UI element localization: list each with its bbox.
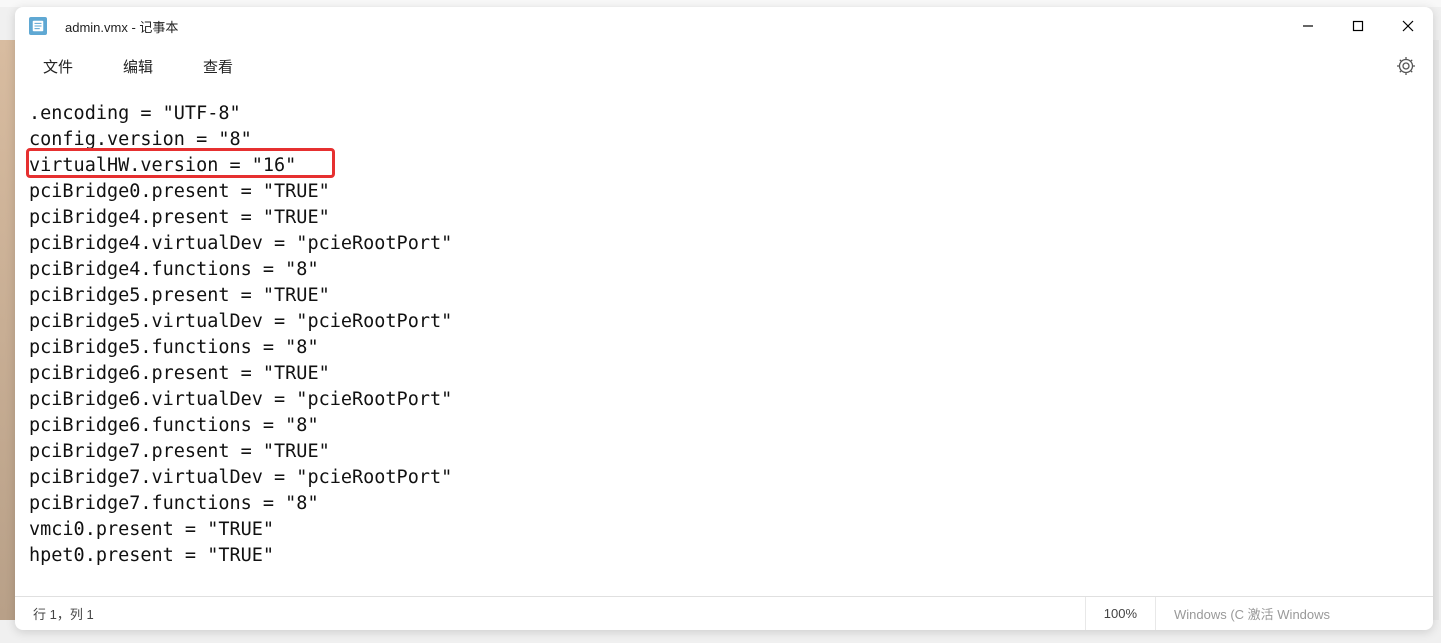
text-line: config.version = "8": [29, 127, 1419, 153]
text-line: pciBridge4.virtualDev = "pcieRootPort": [29, 231, 1419, 257]
menubar: 文件 编辑 查看: [15, 45, 1433, 87]
text-line: pciBridge5.functions = "8": [29, 335, 1419, 361]
text-line: virtualHW.version = "16": [29, 153, 1419, 179]
minimize-button[interactable]: [1283, 7, 1333, 45]
text-line: pciBridge4.present = "TRUE": [29, 205, 1419, 231]
notepad-app-icon: [29, 17, 47, 35]
status-position-text: 行 1，列 1: [33, 604, 94, 623]
menu-edit[interactable]: 编辑: [113, 50, 163, 83]
text-line: .encoding = "UTF-8": [29, 101, 1419, 127]
text-line: pciBridge7.present = "TRUE": [29, 439, 1419, 465]
background-right-strip: [1433, 40, 1439, 620]
text-line: pciBridge4.functions = "8": [29, 257, 1419, 283]
text-line: pciBridge5.present = "TRUE": [29, 283, 1419, 309]
window-controls: [1283, 7, 1433, 45]
status-zoom: 100%: [1085, 597, 1155, 630]
status-zoom-text: 100%: [1104, 606, 1137, 621]
close-button[interactable]: [1383, 7, 1433, 45]
settings-gear-icon[interactable]: [1395, 55, 1417, 77]
menu-view[interactable]: 查看: [193, 50, 243, 83]
background-top-strip: [0, 0, 1441, 7]
text-line: vmci0.present = "TRUE": [29, 517, 1419, 543]
window-title: admin.vmx - 记事本: [65, 17, 1283, 36]
text-line: pciBridge0.present = "TRUE": [29, 179, 1419, 205]
statusbar: 行 1，列 1 100% Windows (C 激活 Windows: [15, 596, 1433, 630]
text-line: pciBridge7.functions = "8": [29, 491, 1419, 517]
text-line: pciBridge6.functions = "8": [29, 413, 1419, 439]
text-line: pciBridge5.virtualDev = "pcieRootPort": [29, 309, 1419, 335]
text-editor-area[interactable]: .encoding = "UTF-8" config.version = "8"…: [15, 87, 1433, 596]
text-line: pciBridge6.virtualDev = "pcieRootPort": [29, 387, 1419, 413]
text-line: pciBridge6.present = "TRUE": [29, 361, 1419, 387]
background-left-strip: [0, 40, 15, 620]
notepad-window: admin.vmx - 记事本 文件 编辑 查看 .encoding = "UT…: [15, 7, 1433, 630]
status-encoding: Windows (C 激活 Windows: [1155, 597, 1415, 630]
status-encoding-text: Windows (C 激活 Windows: [1174, 604, 1330, 623]
text-line: hpet0.present = "TRUE": [29, 543, 1419, 569]
titlebar[interactable]: admin.vmx - 记事本: [15, 7, 1433, 45]
menu-file[interactable]: 文件: [33, 50, 83, 83]
text-line: pciBridge7.virtualDev = "pcieRootPort": [29, 465, 1419, 491]
maximize-button[interactable]: [1333, 7, 1383, 45]
status-position: 行 1，列 1: [33, 597, 1085, 630]
